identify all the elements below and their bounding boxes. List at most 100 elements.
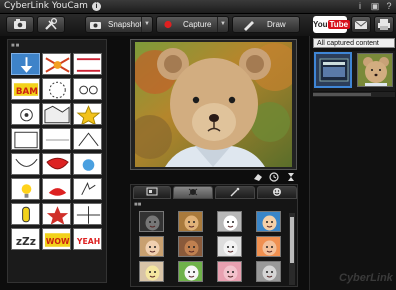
draw-button[interactable]: Draw (232, 16, 300, 33)
captured-scrollbar[interactable] (313, 92, 395, 97)
frame-item[interactable] (73, 203, 102, 225)
snapshot-label: Snapshot (108, 20, 142, 29)
video-preview-frame (130, 39, 297, 170)
title-bar: CyberLink YouCam i i ▣ ? (0, 0, 396, 14)
frame-item[interactable]: YEAH! (73, 228, 102, 250)
captured-scroll-thumb[interactable] (313, 93, 371, 96)
frame-thumbnail-image (14, 131, 38, 149)
frame-thumbnail-image (49, 81, 66, 99)
avatar-item[interactable] (256, 236, 281, 257)
frame-thumbnail-image (76, 105, 101, 124)
avatar-item[interactable] (139, 236, 164, 257)
frame-item[interactable] (11, 53, 40, 75)
frame-thumbnail-image (15, 158, 38, 167)
snapshot-dropdown-icon[interactable]: ▼ (141, 17, 152, 32)
panel-grip-icon[interactable]: ■■ (11, 43, 20, 49)
help-icon[interactable]: ? (383, 1, 395, 12)
avatar-thumbnail-image (145, 215, 160, 231)
tab-avatars[interactable] (173, 186, 213, 199)
frame-item[interactable] (73, 53, 102, 75)
frame-item[interactable] (42, 53, 71, 75)
tab-magic[interactable] (215, 186, 255, 199)
avatar-item[interactable] (178, 236, 203, 257)
captured-filter-select[interactable]: All captured content (313, 38, 395, 48)
avatar-item[interactable] (178, 261, 203, 282)
scene-icon (146, 187, 158, 196)
record-dot-icon (164, 20, 172, 29)
frame-item[interactable] (73, 78, 102, 100)
draw-label: Draw (267, 20, 286, 29)
avatar-item[interactable] (217, 211, 242, 232)
frame-thumbnail-image (82, 159, 95, 171)
settings-icon[interactable]: ▣ (369, 1, 381, 12)
avatar-thumbnail-image (262, 215, 277, 231)
info-icon[interactable]: i (92, 2, 101, 11)
capture-dropdown-icon[interactable]: ▼ (217, 17, 228, 32)
tab-scenes[interactable] (133, 186, 171, 199)
frame-item[interactable] (42, 153, 71, 175)
effects-panel: ■■ (130, 184, 298, 287)
eraser-icon[interactable] (253, 172, 263, 182)
capture-button[interactable]: Capture ▼ (156, 16, 229, 33)
svg-text:BAM!: BAM! (16, 87, 40, 97)
effects-scroll-thumb[interactable] (290, 217, 294, 263)
frame-item[interactable] (11, 153, 40, 175)
frame-thumbnail-image: BAM! (13, 83, 40, 97)
avatar-bug-icon (188, 188, 198, 196)
hourglass-icon[interactable] (286, 172, 296, 182)
frame-item[interactable] (42, 178, 71, 200)
avatar-thumbnail-image (223, 215, 238, 231)
frame-item[interactable]: BAM! (11, 78, 40, 100)
tab-emotions[interactable] (257, 186, 297, 199)
frame-item[interactable] (73, 128, 102, 150)
svg-text:YEAH!: YEAH! (76, 237, 102, 246)
frame-item[interactable] (42, 103, 71, 125)
smiley-icon (273, 188, 281, 196)
print-button[interactable] (374, 16, 394, 33)
frame-item[interactable] (73, 103, 102, 125)
frame-item[interactable]: WOW! (42, 228, 71, 250)
frame-item[interactable] (11, 128, 40, 150)
frame-item[interactable] (42, 78, 71, 100)
avatar-item[interactable] (139, 261, 164, 282)
snapshot-camera-icon (90, 22, 101, 29)
avatar-item[interactable] (256, 261, 281, 282)
frame-item[interactable]: zZz (11, 228, 40, 250)
avatar-thumbnail-image (145, 265, 160, 281)
effects-grip-icon[interactable]: ■■ (134, 202, 141, 208)
avatar-thumbnail-image (262, 240, 277, 256)
youtube-tube-badge: Tube (327, 20, 351, 29)
avatar-item[interactable] (178, 211, 203, 232)
frame-thumbnail-image (45, 139, 70, 141)
timer-icon[interactable] (269, 172, 279, 182)
open-camera-button[interactable] (6, 16, 34, 33)
frames-panel: ■■ BAM! zZz WOW! YEAH! (7, 39, 107, 283)
avatar-item[interactable] (139, 211, 164, 232)
frame-thumbnail-image (22, 206, 30, 223)
tools-icon (45, 17, 58, 30)
frame-item[interactable] (11, 178, 40, 200)
captured-thumb-screen[interactable] (315, 53, 351, 87)
pen-icon (244, 21, 254, 31)
frame-item[interactable] (11, 203, 40, 225)
youtube-button[interactable]: You Tube (313, 16, 351, 33)
frame-item[interactable] (42, 203, 71, 225)
tools-button[interactable] (37, 16, 65, 33)
captured-thumb-bear[interactable] (357, 53, 393, 87)
toolbar: Snapshot ▼ Capture ▼ Draw You Tube (0, 14, 396, 36)
svg-text:zZz: zZz (16, 235, 36, 248)
frame-item[interactable] (73, 153, 102, 175)
email-button[interactable] (351, 16, 371, 33)
effects-scrollbar[interactable] (289, 213, 295, 285)
window-title: CyberLink YouCam (4, 1, 88, 11)
avatar-item[interactable] (256, 211, 281, 232)
avatar-thumbnail-image (223, 240, 238, 256)
frame-item[interactable] (73, 178, 102, 200)
avatar-item[interactable] (217, 236, 242, 257)
snapshot-button[interactable]: Snapshot ▼ (85, 16, 153, 33)
avatar-item[interactable] (217, 261, 242, 282)
avatar-thumbnail-image (184, 215, 199, 231)
about-icon[interactable]: i (354, 1, 366, 12)
frame-item[interactable] (11, 103, 40, 125)
frame-item[interactable] (42, 128, 71, 150)
